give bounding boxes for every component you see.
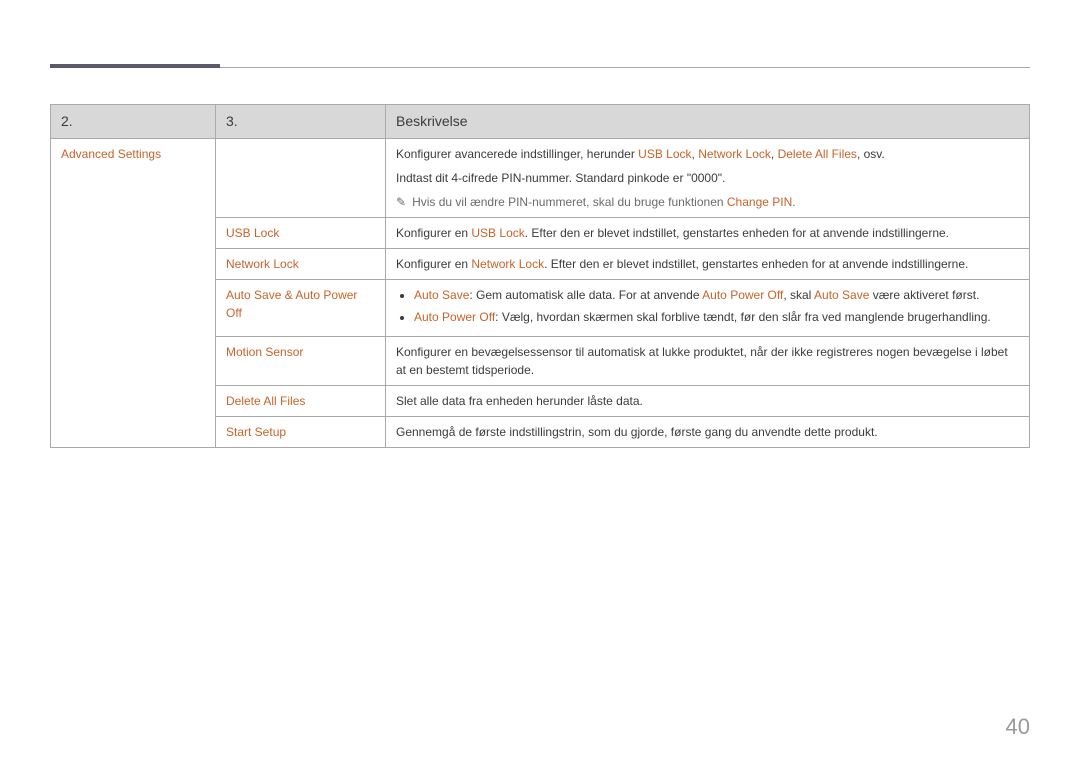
header-col-3: 3. <box>216 105 386 139</box>
text: Konfigurer en <box>396 257 471 271</box>
autosave-label: Auto Save & Auto Power Off <box>226 288 357 320</box>
table-row: Advanced Settings Konfigurer avancerede … <box>51 139 1030 218</box>
cell-desc-start: Gennemgå de første indstillingstrin, som… <box>386 417 1030 448</box>
link-auto-power-off-2: Auto Power Off <box>414 310 495 324</box>
list-item: Auto Power Off: Vælg, hvordan skærmen sk… <box>414 308 1019 326</box>
page: 2. 3. Beskrivelse Advanced Settings Konf… <box>0 0 1080 763</box>
note-prefix: Hvis du vil ændre PIN-nummeret, skal du … <box>412 195 727 209</box>
header-col-desc: Beskrivelse <box>386 105 1030 139</box>
top-tab-indicator <box>50 64 220 68</box>
link-usb-lock: USB Lock <box>471 226 524 240</box>
page-number: 40 <box>1006 710 1030 743</box>
cell-start-setup: Start Setup <box>216 417 386 448</box>
text: : Gem automatisk alle data. For at anven… <box>469 288 702 302</box>
start-setup-label: Start Setup <box>226 425 286 439</box>
usb-lock-label: USB Lock <box>226 226 279 240</box>
cell-desc-usb: Konfigurer en USB Lock. Efter den er ble… <box>386 218 1030 249</box>
cell-desc-motion: Konfigurer en bevægelsessensor til autom… <box>386 337 1030 386</box>
text: , osv. <box>857 147 885 161</box>
text: : Vælg, hvordan skærmen skal forblive tæ… <box>495 310 991 324</box>
cell-desc-delete: Slet alle data fra enheden herunder låst… <box>386 386 1030 417</box>
note-suffix: . <box>792 195 795 209</box>
desc-line-1: Konfigurer avancerede indstillinger, her… <box>396 145 1019 163</box>
cell-desc-autosave: Auto Save: Gem automatisk alle data. For… <box>386 280 1030 337</box>
link-usb-lock: USB Lock <box>638 147 691 161</box>
cell-usb-lock: USB Lock <box>216 218 386 249</box>
link-change-pin: Change PIN <box>727 195 792 209</box>
link-auto-power-off: Auto Power Off <box>702 288 783 302</box>
link-network-lock: Network Lock <box>471 257 544 271</box>
cell-motion-sensor: Motion Sensor <box>216 337 386 386</box>
text: . Efter den er blevet indstillet, gensta… <box>544 257 968 271</box>
text: Konfigurer en <box>396 226 471 240</box>
link-auto-save-2: Auto Save <box>814 288 869 302</box>
settings-table: 2. 3. Beskrivelse Advanced Settings Konf… <box>50 104 1030 448</box>
network-lock-label: Network Lock <box>226 257 299 271</box>
text: Konfigurer avancerede indstillinger, her… <box>396 147 638 161</box>
text: , skal <box>783 288 814 302</box>
text: være aktiveret først. <box>869 288 979 302</box>
pen-icon <box>396 195 412 209</box>
desc-line-2: Indtast dit 4-cifrede PIN-nummer. Standa… <box>396 169 1019 187</box>
table-header-row: 2. 3. Beskrivelse <box>51 105 1030 139</box>
text: . Efter den er blevet indstillet, gensta… <box>525 226 949 240</box>
note-line: Hvis du vil ændre PIN-nummeret, skal du … <box>396 193 1019 211</box>
link-auto-save: Auto Save <box>414 288 469 302</box>
link-delete-all-files: Delete All Files <box>778 147 857 161</box>
cell-delete-all: Delete All Files <box>216 386 386 417</box>
text: , <box>771 147 778 161</box>
header-col-2: 2. <box>51 105 216 139</box>
link-network-lock: Network Lock <box>698 147 771 161</box>
cell-empty <box>216 139 386 218</box>
cell-desc-network: Konfigurer en Network Lock. Efter den er… <box>386 249 1030 280</box>
list-item: Auto Save: Gem automatisk alle data. For… <box>414 286 1019 304</box>
cell-autosave: Auto Save & Auto Power Off <box>216 280 386 337</box>
cell-network-lock: Network Lock <box>216 249 386 280</box>
advanced-settings-label: Advanced Settings <box>61 147 161 161</box>
motion-sensor-label: Motion Sensor <box>226 345 303 359</box>
autosave-list: Auto Save: Gem automatisk alle data. For… <box>396 286 1019 326</box>
cell-desc-advanced: Konfigurer avancerede indstillinger, her… <box>386 139 1030 218</box>
delete-all-label: Delete All Files <box>226 394 305 408</box>
cell-advanced-settings: Advanced Settings <box>51 139 216 448</box>
